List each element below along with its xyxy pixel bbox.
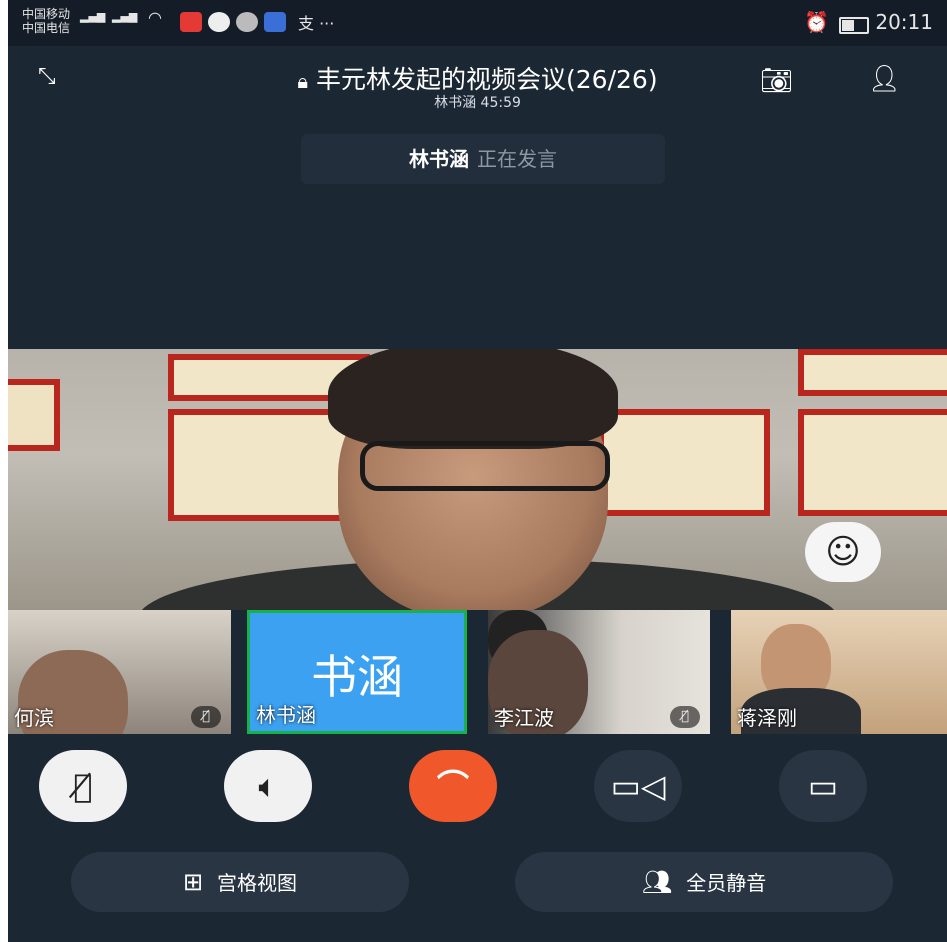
mute-all-button[interactable]: 👥︎ 全员静音 [515, 852, 893, 912]
speaking-indicator: 林书涵 正在发言 [301, 134, 665, 184]
meeting-title: 丰元林发起的视频会议(26/26) [316, 65, 658, 94]
signal-icon: ▂▄▆ [80, 10, 106, 23]
wifi-icon: ◠ [148, 8, 162, 27]
participant-tile[interactable]: 李江波 🎙̸ [488, 610, 710, 734]
participant-name: 林书涵 [256, 703, 316, 727]
mic-off-icon: 🎙̸ [73, 767, 93, 805]
carrier-1: 中国移动 [22, 7, 71, 21]
hang-up-button[interactable]: ⌒ [409, 750, 497, 822]
screen-share-button[interactable]: ▭ [779, 750, 867, 822]
status-bar: 中国移动 中国电信 ▂▄▆ ▂▄▆ ◠ 支 ··· ⏰ 20:11 [8, 0, 947, 46]
video-app-icon [180, 12, 202, 32]
meeting-header: ⤡ 🔒︎ 丰元林发起的视频会议(26/26) 林书涵 45:59 📷︎ 👤︎ [8, 46, 947, 118]
participant-name: 李江波 [494, 706, 554, 730]
speaker-name: 林书涵 [409, 147, 469, 171]
wall-poster [598, 409, 770, 516]
wechat-icon [236, 12, 258, 32]
mic-toggle-button[interactable]: 🎙̸ [39, 750, 127, 822]
wall-poster [798, 349, 947, 396]
speaking-status: 正在发言 [477, 147, 557, 171]
video-toggle-button[interactable]: ▭◁ [594, 750, 682, 822]
grid-view-label: 宫格视图 [217, 871, 298, 895]
grid-view-button[interactable]: ⊞ 宫格视图 [71, 852, 409, 912]
meeting-title-row: 🔒︎ 丰元林发起的视频会议(26/26) [8, 60, 947, 96]
grid-icon: ⊞ [182, 868, 204, 896]
beauty-filter-icon[interactable]: ☺ [805, 522, 881, 582]
meeting-app: 中国移动 中国电信 ▂▄▆ ▂▄▆ ◠ 支 ··· ⏰ 20:11 ⤡ 🔒︎ 丰… [8, 0, 947, 942]
wall-poster [798, 409, 947, 516]
app-icon [264, 12, 286, 32]
carrier-2: 中国电信 [22, 21, 71, 35]
mic-muted-icon: 🎙̸ [191, 706, 221, 728]
avatar-text: 书涵 [311, 650, 403, 704]
hang-up-icon: ⌒ [436, 767, 469, 805]
battery-icon [839, 17, 869, 34]
participant-name: 何滨 [14, 706, 54, 730]
speaker-button[interactable]: 🔈︎ [224, 750, 312, 822]
meeting-subtitle: 林书涵 45:59 [434, 95, 521, 111]
mic-muted-icon: 🎙̸ [670, 706, 700, 728]
screen-share-icon: ▭ [807, 767, 839, 805]
add-participant-icon[interactable]: 👤︎ [868, 64, 901, 94]
wall-poster [8, 379, 60, 451]
clock: 20:11 [875, 10, 933, 34]
camera-switch-icon[interactable]: 📷︎ [760, 66, 793, 96]
participant-tile[interactable]: 蒋泽刚 [731, 610, 947, 734]
mute-all-icon: 👥︎ [641, 868, 673, 896]
speaker-icon: 🔈︎ [258, 767, 278, 805]
participant-strip: 何滨 🎙̸ 书涵 林书涵 李江波 🎙̸ 蒋泽刚 [8, 610, 947, 734]
main-video[interactable]: ☺ [8, 349, 947, 610]
notification-more: 支 ··· [298, 14, 335, 33]
alarm-icon: ⏰ [804, 10, 829, 34]
lock-icon: 🔒︎ [297, 69, 309, 93]
video-camera-icon: ▭◁ [610, 767, 666, 805]
carrier-info: 中国移动 中国电信 [22, 7, 70, 35]
speaker-glasses [360, 441, 610, 491]
participant-tile-active[interactable]: 书涵 林书涵 [247, 610, 467, 734]
mute-all-label: 全员静音 [686, 871, 767, 895]
signal-icon: ▂▄▆ [112, 10, 138, 23]
participant-tile[interactable]: 何滨 🎙̸ [8, 610, 231, 734]
bubble-icon [208, 12, 230, 32]
participant-name: 蒋泽刚 [737, 706, 797, 730]
speaker-hair [328, 349, 618, 449]
